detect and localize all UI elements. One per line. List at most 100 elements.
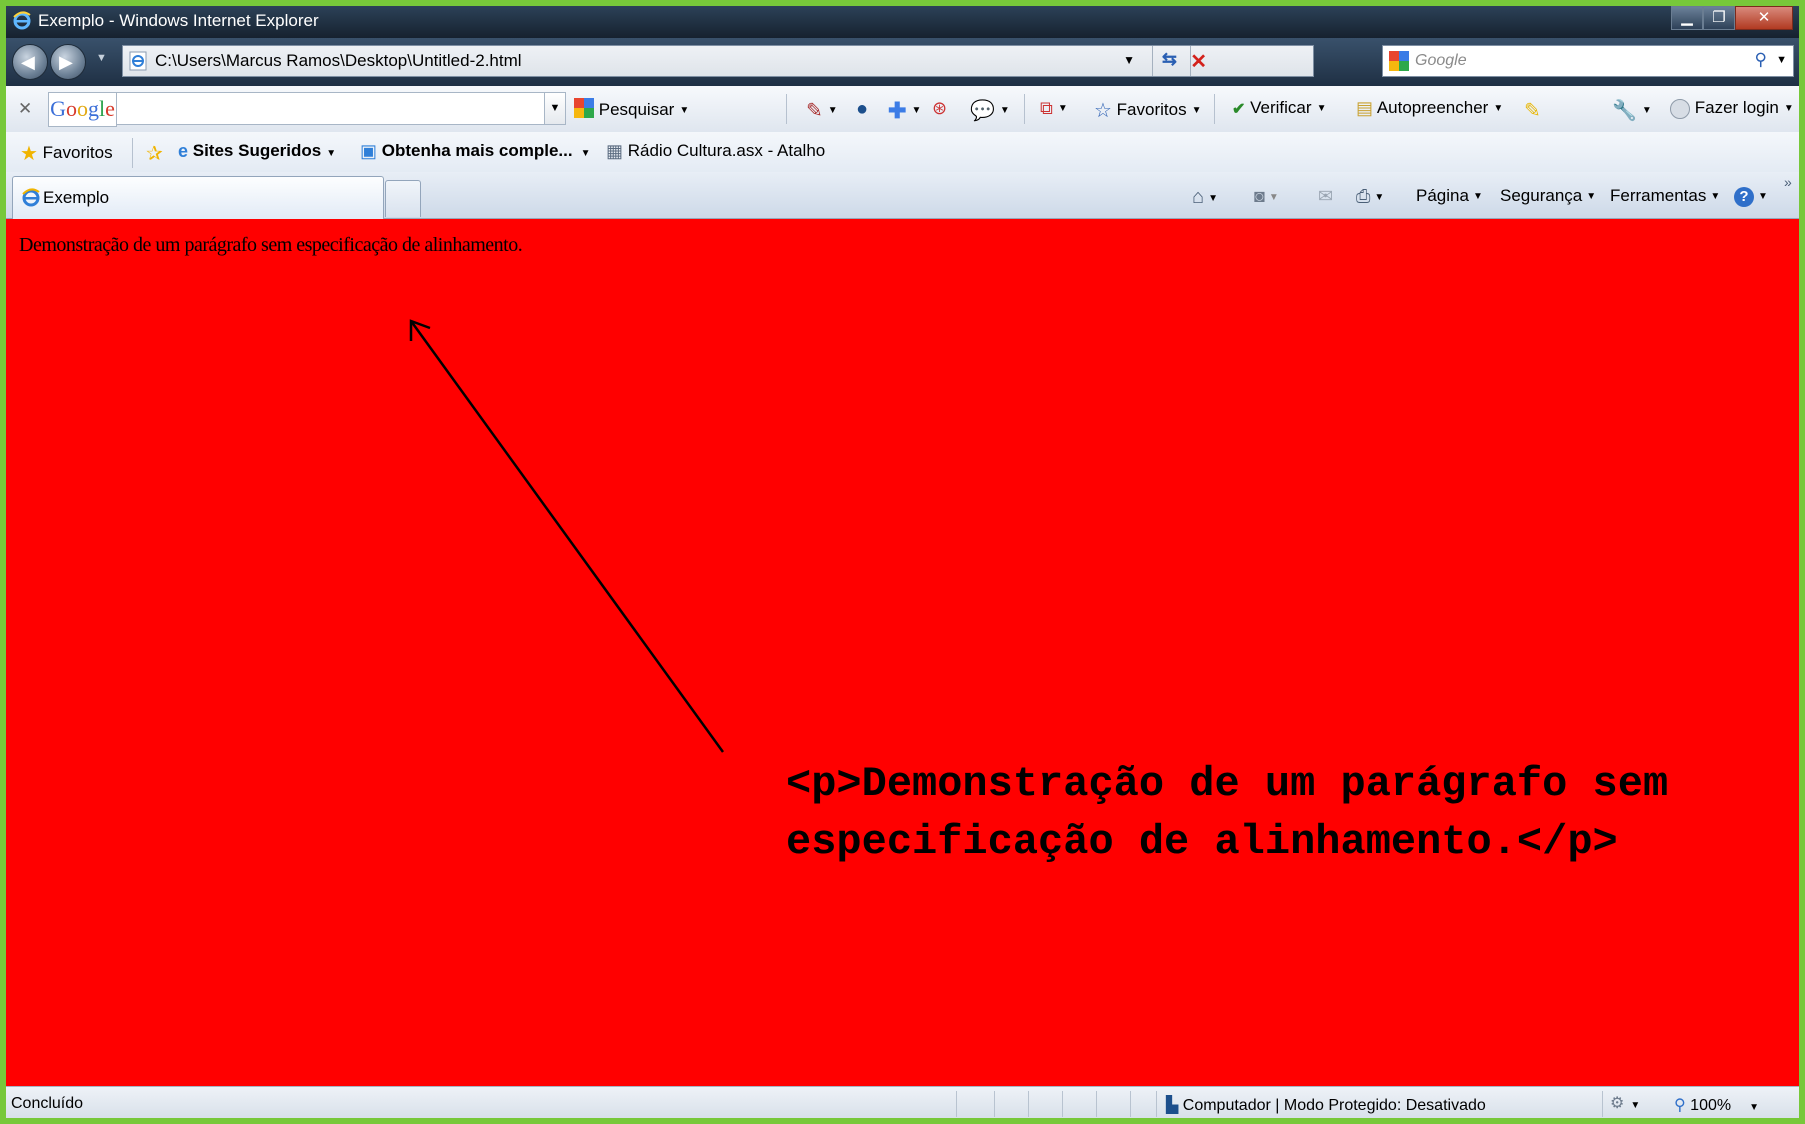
google-search-dropdown-icon[interactable]: ▼: [544, 92, 566, 125]
compatibility-refresh-icon[interactable]: ⇆: [1162, 49, 1177, 70]
read-mail-button[interactable]: ✉: [1318, 186, 1333, 207]
zoom-icon: ⚲: [1674, 1097, 1686, 1114]
bookmarks-button[interactable]: ✎ ▼: [806, 98, 838, 123]
stop-icon[interactable]: ✕: [1190, 49, 1207, 74]
feeds-button[interactable]: ◙ ▼: [1254, 186, 1279, 207]
google-search-icon: [574, 98, 594, 123]
fazer-login-button[interactable]: Fazer login ▼: [1670, 98, 1794, 119]
translate-button[interactable]: ⧉ ▼: [1040, 98, 1068, 119]
protected-mode-button[interactable]: ⚙ ▼: [1610, 1093, 1640, 1113]
google-search-provider-icon: [1389, 51, 1409, 76]
close-toolbar-icon[interactable]: ✕: [18, 99, 32, 119]
fazer-login-label: Fazer login: [1694, 98, 1779, 117]
forward-arrow-icon: ▶: [59, 52, 73, 72]
seguranca-menu[interactable]: Segurança ▼: [1500, 186, 1596, 206]
orkut-button[interactable]: ⊛: [932, 98, 947, 119]
toolbar-overflow-button[interactable]: »: [1784, 174, 1792, 190]
search-options-dropdown-icon[interactable]: ▼: [1776, 54, 1787, 66]
autopreencher-button[interactable]: ▤ Autopreencher ▼: [1356, 98, 1503, 119]
computer-zone-icon: ▙: [1166, 1097, 1179, 1114]
autopreencher-label: Autopreencher: [1376, 98, 1489, 117]
address-field[interactable]: C:\Users\Marcus Ramos\Desktop\Untitled-2…: [122, 45, 1314, 77]
lock-gear-icon: ⚙: [1610, 1095, 1625, 1112]
printer-icon: ⎙: [1356, 186, 1371, 206]
google-search-input[interactable]: [116, 92, 546, 125]
autofill-icon: ▤: [1356, 98, 1374, 119]
help-icon: ?: [1734, 187, 1754, 207]
tab-bar: Exemplo ⌂ ▼ ◙ ▼ ✉ ⎙ ▼ Página ▼ Segurança ▼ Fe…: [6, 172, 1799, 219]
mail-icon: ✉: [1318, 186, 1334, 206]
zoom-level: 100%: [1690, 1097, 1732, 1114]
settings-button[interactable]: 🔧 ▼: [1612, 98, 1652, 123]
annotation-arrow: [409, 319, 725, 753]
bookmarks-icon: ✎: [806, 100, 823, 122]
favoritos-toolbar-label: Favoritos: [1116, 99, 1187, 119]
status-bar: Concluído ▙ Computador | Modo Protegido:…: [6, 1086, 1799, 1118]
pagina-label: Página: [1416, 186, 1469, 205]
pesquisar-button[interactable]: Pesquisar ▼: [574, 98, 689, 123]
zoom-control[interactable]: ⚲ 100% ▼: [1674, 1095, 1759, 1115]
ie-suggested-icon: e: [178, 141, 189, 162]
radio-cultura-label: Rádio Cultura.asx - Atalho: [627, 141, 826, 160]
wrench-icon: 🔧: [1612, 100, 1637, 122]
home-button[interactable]: ⌂ ▼: [1192, 186, 1218, 209]
search-box[interactable]: Google ⚲ ▼: [1382, 45, 1794, 77]
plus-button[interactable]: ✚ ▼: [888, 98, 921, 124]
page-content: Demonstração de um parágrafo sem especif…: [6, 219, 1799, 1086]
google-logo[interactable]: Google: [48, 92, 117, 127]
back-arrow-icon: ◀: [21, 52, 35, 72]
ie-logo-icon: [12, 11, 32, 36]
recent-pages-dropdown-icon[interactable]: ▼: [96, 52, 107, 64]
obtenha-mais-button[interactable]: ▣ Obtenha mais comple... ▼: [360, 141, 590, 162]
zone-label: Computador | Modo Protegido: Desativado: [1182, 1097, 1486, 1114]
sites-sugeridos-button[interactable]: e Sites Sugeridos ▼: [178, 141, 336, 162]
plus-icon: ✚: [888, 98, 907, 123]
back-button[interactable]: ◀: [12, 44, 48, 80]
sites-sugeridos-label: Sites Sugeridos: [192, 141, 322, 160]
add-favorite-icon: ✰: [146, 143, 163, 165]
favoritos-toolbar-button[interactable]: ☆ Favoritos ▼: [1094, 98, 1202, 123]
obtenha-mais-label: Obtenha mais comple...: [381, 141, 573, 160]
print-button[interactable]: ⎙ ▼: [1356, 186, 1384, 207]
chat-bubble-icon: 💬: [970, 100, 995, 122]
address-bar-row: ◀ ▶ ▼ C:\Users\Marcus Ramos\Desktop\Unti…: [6, 38, 1799, 86]
google-earth-button[interactable]: ●: [856, 98, 868, 121]
forward-button[interactable]: ▶: [50, 44, 86, 80]
new-tab-button[interactable]: [385, 180, 421, 217]
highlighter-icon: ✎: [1524, 100, 1541, 122]
user-circle-icon: [1670, 98, 1690, 119]
status-text: Concluído: [11, 1095, 84, 1112]
chat-button[interactable]: 💬 ▼: [970, 98, 1010, 123]
search-placeholder: Google: [1415, 52, 1467, 69]
seguranca-label: Segurança: [1500, 186, 1583, 205]
window-title: Exemplo - Windows Internet Explorer: [38, 11, 319, 30]
pesquisar-label: Pesquisar: [598, 99, 675, 119]
verificar-button[interactable]: ✔ Verificar ▼: [1232, 98, 1326, 119]
highlighter-button[interactable]: ✎: [1524, 98, 1541, 123]
radio-cultura-link[interactable]: ▦ Rádio Cultura.asx - Atalho: [606, 141, 825, 162]
rss-icon: ◙: [1254, 186, 1265, 206]
title-bar: Exemplo - Windows Internet Explorer ▁ ❐ …: [6, 6, 1799, 38]
minimize-button[interactable]: ▁: [1671, 6, 1703, 30]
favorites-button[interactable]: ★ Favoritos: [20, 141, 113, 166]
spellcheck-icon: ✔: [1232, 100, 1246, 118]
tab-label: Exemplo: [43, 188, 110, 207]
add-to-favorites-bar-button[interactable]: ✰: [146, 141, 163, 166]
close-button[interactable]: ✕: [1735, 6, 1793, 30]
globe-icon: ●: [856, 98, 869, 120]
home-icon: ⌂: [1192, 186, 1205, 208]
favorites-bar: ★ Favoritos ✰ e Sites Sugeridos ▼ ▣ Obten…: [6, 132, 1799, 172]
help-button[interactable]: ? ▼: [1734, 186, 1768, 207]
search-icon[interactable]: ⚲: [1755, 50, 1767, 70]
tab-exemplo[interactable]: Exemplo: [12, 176, 384, 219]
ferramentas-menu[interactable]: Ferramentas ▼: [1610, 186, 1720, 206]
pagina-menu[interactable]: Página ▼: [1416, 186, 1483, 206]
tab-ie-icon: [21, 188, 41, 213]
address-dropdown-icon[interactable]: ▼: [1123, 53, 1135, 67]
code-annotation: <p>Demonstração de um parágrafo sem espe…: [786, 760, 1669, 866]
maximize-button[interactable]: ❐: [1703, 6, 1735, 30]
security-zone[interactable]: ▙ Computador | Modo Protegido: Desativad…: [1166, 1095, 1486, 1115]
favorites-label: Favoritos: [42, 142, 113, 162]
url-text[interactable]: C:\Users\Marcus Ramos\Desktop\Untitled-2…: [155, 51, 522, 71]
star-outline-icon: ☆: [1094, 100, 1112, 122]
